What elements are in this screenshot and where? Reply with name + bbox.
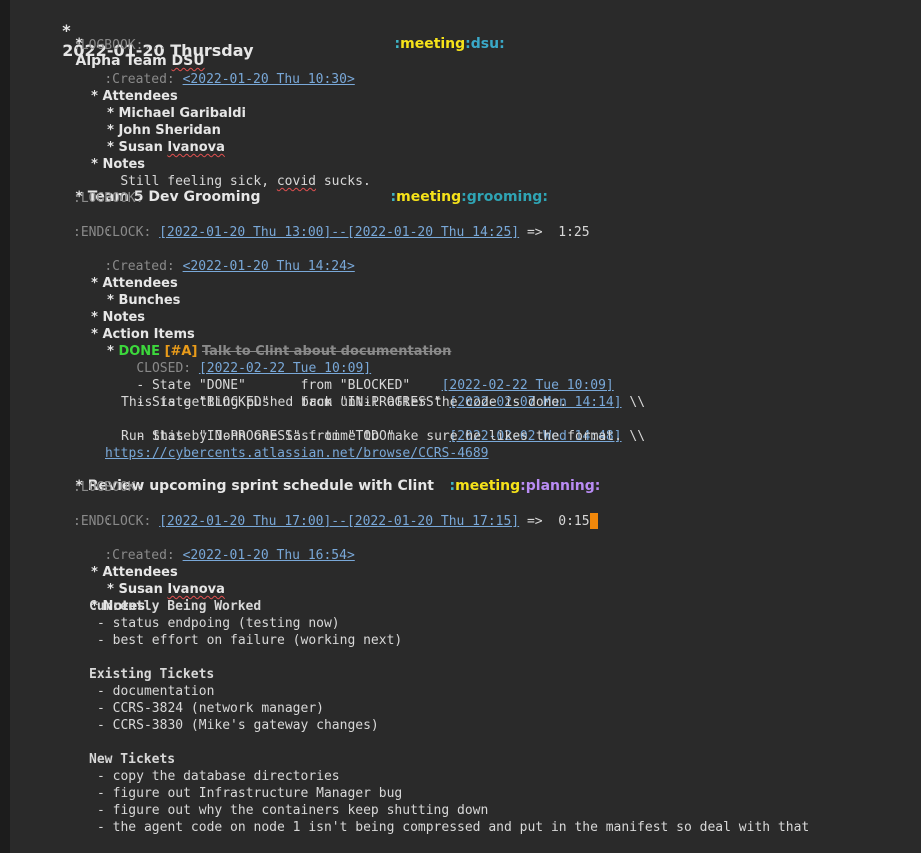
logbook-end: :END: xyxy=(73,225,113,240)
clock-line: CLOCK: [2022-01-20 Thu 13:00]--[2022-01-… xyxy=(104,225,590,240)
review-tags[interactable]: :meeting:planning: xyxy=(430,461,601,494)
tag-grooming[interactable]: grooming xyxy=(467,189,543,205)
review-sprint-heading[interactable]: * Review upcoming sprint schedule with C… xyxy=(56,461,435,494)
list-item: - copy the database directories xyxy=(97,769,340,784)
attendee-item[interactable]: * Susan Ivanova xyxy=(89,122,225,155)
created-property: :Created: <2022-01-20 Thu 16:54> xyxy=(104,548,355,563)
list-item: - status endpoing (testing now) xyxy=(97,616,340,631)
clock-range[interactable]: [2022-01-20 Thu 17:00]--[2022-01-20 Thu … xyxy=(159,514,519,529)
created-timestamp[interactable]: <2022-01-20 Thu 10:30> xyxy=(183,72,355,87)
attendee-item[interactable]: * Michael Garibaldi xyxy=(89,88,246,121)
section-title-worked: Currently Being Worked xyxy=(89,599,262,614)
list-item: - figure out Infrastructure Manager bug xyxy=(97,786,403,801)
state-change-note: This is getting pushed back until after … xyxy=(121,395,568,410)
created-property: :Created: <2022-01-20 Thu 10:30> xyxy=(73,54,354,87)
logbook-end: :END: xyxy=(73,514,113,529)
notes-text: Still feeling sick, covid sucks. xyxy=(120,174,371,189)
closed-line: CLOSED: [2022-02-22 Tue 10:09] xyxy=(136,361,372,376)
left-gutter xyxy=(0,0,10,853)
action-items-heading[interactable]: * Action Items xyxy=(73,309,195,342)
logbook-drawer[interactable]: :LOGBOOK: xyxy=(73,479,143,496)
day-heading[interactable]: * 2022-01-20 Thursday xyxy=(40,1,253,60)
tag-meeting[interactable]: meeting xyxy=(455,478,520,494)
created-timestamp[interactable]: <2022-01-20 Thu 16:54> xyxy=(183,548,355,563)
section-title-new: New Tickets xyxy=(89,752,176,767)
list-item: - the agent code on node 1 isn't being c… xyxy=(97,820,810,835)
notes-heading[interactable]: * Notes xyxy=(73,139,145,172)
created-property: :Created: <2022-01-20 Thu 14:24> xyxy=(104,259,355,274)
attendees-heading[interactable]: * Attendees xyxy=(73,258,178,291)
attendee-item[interactable]: * Susan Ivanova xyxy=(89,564,225,597)
list-item: - documentation xyxy=(97,684,215,699)
team5-grooming-heading[interactable]: * Team 5 Dev Grooming xyxy=(56,172,261,205)
state-change-entry: - State "IN-PROGRESS" from "TODO" [2022-… xyxy=(136,429,646,444)
todo-item[interactable]: * DONE [#A] Talk to Clint about document… xyxy=(89,326,451,359)
state-change-entry: - State "DONE" from "BLOCKED" [2022-02-2… xyxy=(136,378,614,393)
state-change-note: Run this by John one last time to make s… xyxy=(121,429,622,444)
list-item: - CCRS-3830 (Mike's gateway changes) xyxy=(97,718,379,733)
notes-heading[interactable]: * Notes xyxy=(73,292,145,325)
clock-line: CLOCK: [2022-01-20 Thu 17:00]--[2022-01-… xyxy=(73,496,598,529)
section-title-existing: Existing Tickets xyxy=(89,667,215,682)
clock-range[interactable]: [2022-01-20 Thu 13:00]--[2022-01-20 Thu … xyxy=(159,225,519,240)
jira-link[interactable]: https://cybercents.atlassian.net/browse/… xyxy=(105,445,489,462)
attendee-item[interactable]: * John Sheridan xyxy=(89,105,221,138)
team5-tags[interactable]: :meeting:grooming: xyxy=(371,172,548,205)
tag-meeting[interactable]: meeting xyxy=(396,189,461,205)
attendees-heading[interactable]: * Attendees xyxy=(73,71,178,104)
notes-heading[interactable]: * Notes xyxy=(73,581,145,614)
created-timestamp[interactable]: <2022-01-20 Thu 14:24> xyxy=(183,259,355,274)
tag-meeting[interactable]: meeting xyxy=(400,36,465,52)
logbook-drawer[interactable]: :LOGBOOK: xyxy=(73,190,143,207)
tag-dsu[interactable]: dsu xyxy=(471,36,499,52)
text-cursor xyxy=(589,513,598,529)
list-item: - best effort on failure (working next) xyxy=(97,633,403,648)
alpha-dsu-heading[interactable]: * Alpha Team DSU xyxy=(56,19,205,69)
list-item: - CCRS-3824 (network manager) xyxy=(97,701,324,716)
list-item: - figure out why the containers keep shu… xyxy=(97,803,489,818)
alpha-dsu-tags[interactable]: :meeting:dsu: xyxy=(375,19,505,52)
state-change-entry: - State "BLOCKED" from "IN-PROGRESS" [20… xyxy=(136,395,646,410)
attendees-heading[interactable]: * Attendees xyxy=(73,547,178,580)
logbook-drawer[interactable]: :LOGBOOK:... xyxy=(73,37,167,54)
org-editor-buffer[interactable]: * 2022-01-20 Thursday * Alpha Team DSU :… xyxy=(10,0,921,853)
attendee-item[interactable]: * Bunches xyxy=(89,275,180,308)
tag-planning[interactable]: planning xyxy=(526,478,595,494)
